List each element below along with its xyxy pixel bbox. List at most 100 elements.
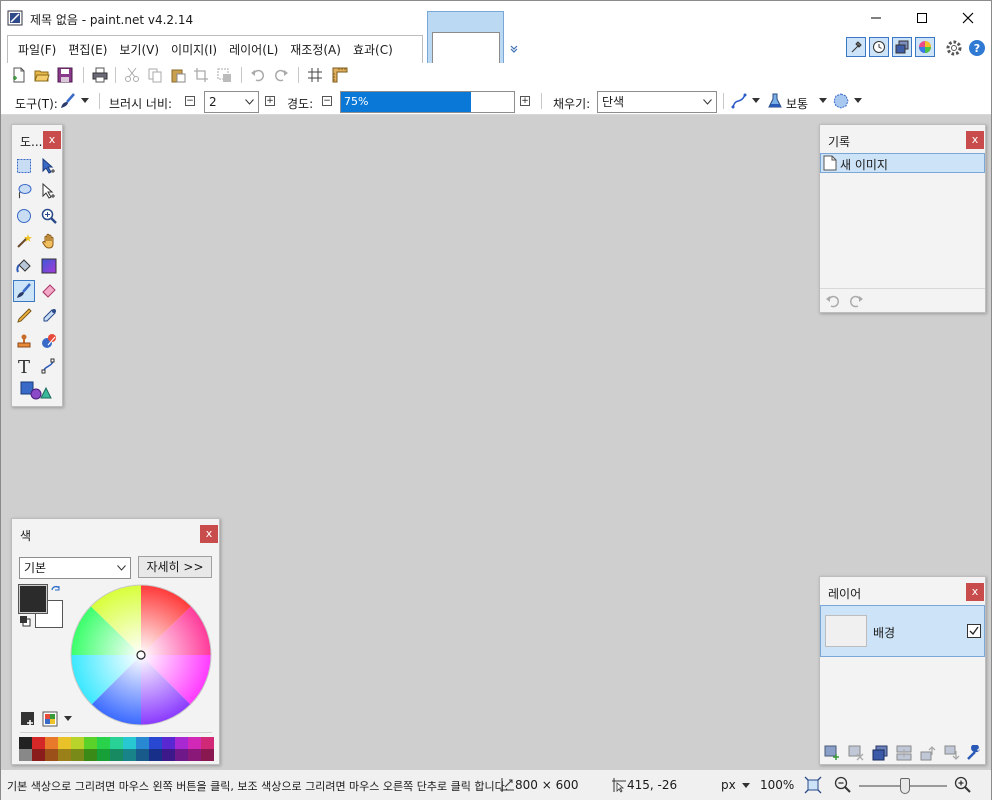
recolor-tool-icon[interactable]	[38, 330, 60, 352]
pan-tool-icon[interactable]	[38, 230, 60, 252]
palette-swatch[interactable]	[175, 749, 188, 761]
zoom-in-icon[interactable]	[954, 776, 972, 794]
palette-swatch[interactable]	[19, 749, 32, 761]
zoom-level-text[interactable]: 100%	[760, 778, 794, 792]
selection-clipping-dropdown-arrow-icon[interactable]	[854, 98, 862, 104]
layers-window-toggle-icon[interactable]	[892, 37, 912, 57]
unit-dropdown-arrow-icon[interactable]	[742, 783, 750, 789]
brush-width-combo[interactable]: 2	[204, 91, 259, 113]
ellipse-select-tool-icon[interactable]	[13, 205, 35, 227]
add-color-icon[interactable]	[20, 711, 36, 727]
palette-swatch[interactable]	[188, 749, 201, 761]
palette-swatch[interactable]	[123, 737, 136, 749]
zoom-to-window-icon[interactable]	[804, 776, 822, 794]
move-layer-down-icon[interactable]	[944, 745, 960, 761]
delete-layer-icon[interactable]	[848, 745, 864, 761]
text-tool-icon[interactable]: T	[13, 355, 35, 377]
save-file-icon[interactable]	[56, 66, 74, 84]
lasso-select-tool-icon[interactable]	[13, 180, 35, 202]
palette-swatch[interactable]	[123, 749, 136, 761]
layer-row[interactable]: 배경	[820, 605, 985, 657]
zoom-out-icon[interactable]	[834, 776, 852, 794]
color-wheel[interactable]	[70, 584, 212, 726]
copy-icon[interactable]	[146, 66, 164, 84]
eraser-tool-icon[interactable]	[38, 280, 60, 302]
zoom-tool-icon[interactable]	[38, 205, 60, 227]
deselect-icon[interactable]	[215, 66, 233, 84]
palette-swatch[interactable]	[136, 737, 149, 749]
undo-icon[interactable]	[249, 66, 267, 84]
palette-swatch[interactable]	[201, 737, 214, 749]
zoom-slider[interactable]	[859, 778, 947, 794]
primary-color-swatch[interactable]	[18, 584, 48, 614]
swap-colors-icon[interactable]	[50, 585, 62, 597]
paste-icon[interactable]	[169, 66, 187, 84]
duplicate-layer-icon[interactable]	[872, 745, 888, 761]
tools-panel-close-button[interactable]: x	[43, 131, 61, 149]
open-file-icon[interactable]	[33, 66, 51, 84]
blend-mode-flask-icon[interactable]	[766, 92, 784, 110]
merge-layer-down-icon[interactable]	[896, 745, 912, 761]
palette-swatch[interactable]	[201, 749, 214, 761]
palette-swatch[interactable]	[136, 749, 149, 761]
palette-swatch[interactable]	[149, 749, 162, 761]
palette-swatch[interactable]	[162, 737, 175, 749]
antialiasing-dropdown-arrow-icon[interactable]	[752, 98, 760, 104]
minimize-button[interactable]	[853, 1, 899, 35]
history-item[interactable]: 새 이미지	[820, 153, 985, 173]
magic-wand-tool-icon[interactable]	[13, 230, 35, 252]
menu-view[interactable]: 보기(V)	[113, 37, 165, 63]
palette-select[interactable]: 기본	[19, 557, 131, 579]
help-icon[interactable]: ?	[968, 39, 986, 57]
move-layer-up-icon[interactable]	[920, 745, 936, 761]
palette-swatch[interactable]	[19, 737, 32, 749]
antialiasing-icon[interactable]	[730, 92, 748, 110]
hardness-slider[interactable]: 75%	[340, 91, 515, 113]
hardness-decrease-button[interactable]: −	[322, 96, 332, 106]
history-undo-icon[interactable]	[825, 294, 841, 308]
rectangle-select-tool-icon[interactable]	[13, 155, 35, 177]
colors-window-toggle-icon[interactable]	[915, 37, 935, 57]
pencil-tool-icon[interactable]	[13, 305, 35, 327]
menu-file[interactable]: 파일(F)	[12, 37, 62, 63]
tab-overflow-icon[interactable]	[508, 43, 520, 55]
palette-swatch[interactable]	[97, 749, 110, 761]
move-selection-tool-icon[interactable]	[38, 180, 60, 202]
gradient-tool-icon[interactable]	[38, 255, 60, 277]
brush-width-decrease-button[interactable]: −	[185, 96, 195, 106]
maximize-button[interactable]	[899, 1, 945, 35]
print-icon[interactable]	[91, 66, 109, 84]
blend-mode-value[interactable]: 보통	[786, 95, 808, 112]
palette-swatch[interactable]	[32, 737, 45, 749]
color-picker-tool-icon[interactable]	[38, 305, 60, 327]
reset-colors-icon[interactable]	[19, 615, 31, 627]
palette-swatch[interactable]	[71, 737, 84, 749]
palette-swatch[interactable]	[84, 749, 97, 761]
palette-swatch[interactable]	[149, 737, 162, 749]
palette-swatch[interactable]	[84, 737, 97, 749]
more-colors-button[interactable]: 자세히 >>	[138, 556, 212, 578]
menu-adjustments[interactable]: 재조정(A)	[284, 37, 347, 63]
palette-dropdown-arrow-icon[interactable]	[64, 716, 72, 722]
menu-layers[interactable]: 레이어(L)	[223, 37, 284, 63]
layer-visibility-checkbox[interactable]	[967, 624, 981, 638]
move-selected-pixels-tool-icon[interactable]	[38, 155, 60, 177]
layer-properties-wrench-icon[interactable]	[966, 745, 982, 761]
palette-swatch[interactable]	[45, 737, 58, 749]
tools-window-toggle-icon[interactable]	[846, 37, 866, 57]
grid-icon[interactable]	[306, 66, 324, 84]
menu-edit[interactable]: 편집(E)	[62, 37, 113, 63]
color-palette[interactable]	[19, 737, 214, 761]
palette-swatch[interactable]	[58, 749, 71, 761]
history-redo-icon[interactable]	[848, 294, 864, 308]
palette-menu-icon[interactable]	[42, 711, 58, 727]
cut-icon[interactable]	[123, 66, 141, 84]
history-panel-close-button[interactable]: x	[966, 131, 984, 149]
add-layer-icon[interactable]	[824, 745, 840, 761]
menu-effects[interactable]: 효과(C)	[347, 37, 399, 63]
hardness-increase-button[interactable]: +	[520, 96, 530, 106]
fill-mode-combo[interactable]: 단색	[597, 91, 717, 113]
blend-mode-dropdown-arrow-icon[interactable]	[819, 98, 827, 104]
menu-image[interactable]: 이미지(I)	[165, 37, 223, 63]
line-curve-tool-icon[interactable]	[38, 355, 60, 377]
